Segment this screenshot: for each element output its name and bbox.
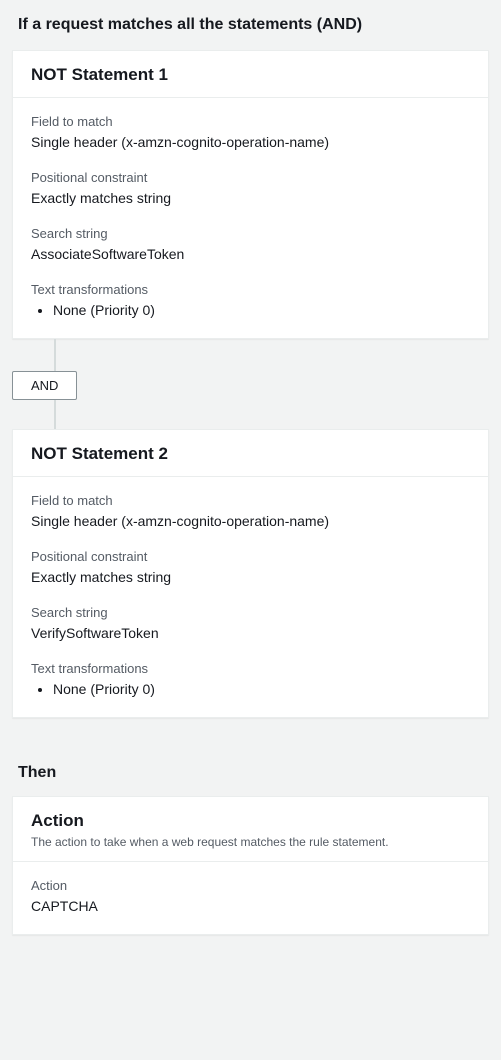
- and-connector: AND: [12, 339, 489, 429]
- field-to-match-value: Single header (x-amzn-cognito-operation-…: [31, 513, 470, 529]
- text-transformations-block: Text transformations None (Priority 0): [31, 282, 470, 318]
- text-transformations-label: Text transformations: [31, 661, 470, 676]
- statement-card-2-header: NOT Statement 2: [13, 430, 488, 477]
- text-transformations-list: None (Priority 0): [31, 681, 470, 697]
- field-to-match-block: Field to match Single header (x-amzn-cog…: [31, 114, 470, 150]
- if-section-title: If a request matches all the statements …: [18, 16, 489, 34]
- action-card: Action The action to take when a web req…: [12, 796, 489, 935]
- then-section-title: Then: [18, 764, 489, 782]
- positional-constraint-value: Exactly matches string: [31, 569, 470, 585]
- statement-card-1: NOT Statement 1 Field to match Single he…: [12, 50, 489, 339]
- text-transformations-label: Text transformations: [31, 282, 470, 297]
- search-string-label: Search string: [31, 226, 470, 241]
- search-string-value: AssociateSoftwareToken: [31, 246, 470, 262]
- action-value: CAPTCHA: [31, 898, 470, 914]
- search-string-block: Search string AssociateSoftwareToken: [31, 226, 470, 262]
- positional-constraint-block: Positional constraint Exactly matches st…: [31, 170, 470, 206]
- list-item: None (Priority 0): [53, 681, 470, 697]
- statement-card-2-body: Field to match Single header (x-amzn-cog…: [13, 477, 488, 717]
- statement-1-title: NOT Statement 1: [31, 65, 470, 85]
- field-to-match-block: Field to match Single header (x-amzn-cog…: [31, 493, 470, 529]
- action-card-body: Action CAPTCHA: [13, 862, 488, 934]
- action-label: Action: [31, 878, 470, 893]
- search-string-label: Search string: [31, 605, 470, 620]
- field-to-match-label: Field to match: [31, 493, 470, 508]
- positional-constraint-label: Positional constraint: [31, 549, 470, 564]
- positional-constraint-value: Exactly matches string: [31, 190, 470, 206]
- field-to-match-label: Field to match: [31, 114, 470, 129]
- action-card-title: Action: [31, 811, 470, 831]
- statement-card-1-body: Field to match Single header (x-amzn-cog…: [13, 98, 488, 338]
- and-badge: AND: [12, 371, 77, 400]
- statement-card-1-header: NOT Statement 1: [13, 51, 488, 98]
- search-string-block: Search string VerifySoftwareToken: [31, 605, 470, 641]
- list-item: None (Priority 0): [53, 302, 470, 318]
- action-card-subtext: The action to take when a web request ma…: [31, 835, 470, 849]
- action-block: Action CAPTCHA: [31, 878, 470, 914]
- statement-2-title: NOT Statement 2: [31, 444, 470, 464]
- search-string-value: VerifySoftwareToken: [31, 625, 470, 641]
- statement-card-2: NOT Statement 2 Field to match Single he…: [12, 429, 489, 718]
- positional-constraint-label: Positional constraint: [31, 170, 470, 185]
- action-card-header: Action The action to take when a web req…: [13, 797, 488, 862]
- positional-constraint-block: Positional constraint Exactly matches st…: [31, 549, 470, 585]
- text-transformations-list: None (Priority 0): [31, 302, 470, 318]
- text-transformations-block: Text transformations None (Priority 0): [31, 661, 470, 697]
- field-to-match-value: Single header (x-amzn-cognito-operation-…: [31, 134, 470, 150]
